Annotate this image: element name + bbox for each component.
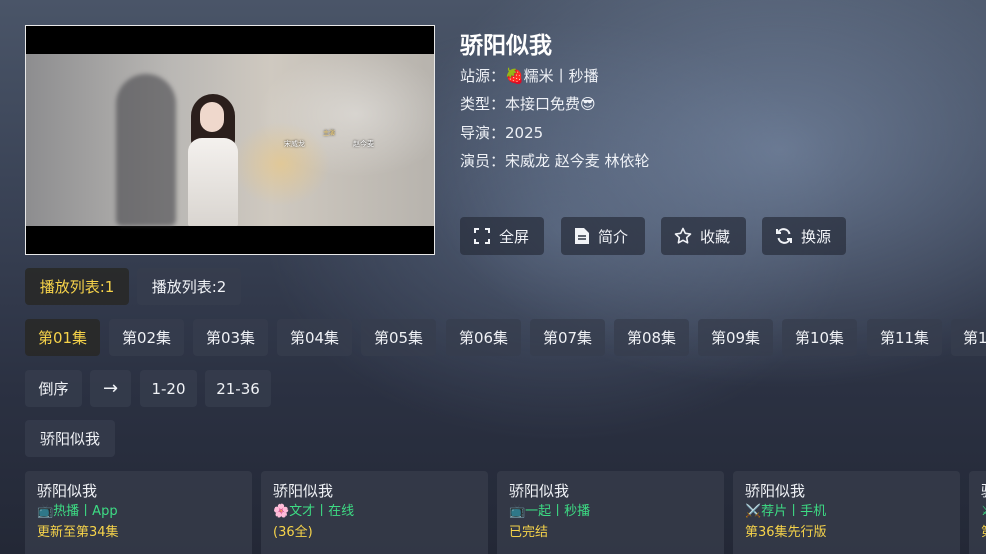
episode-item[interactable]: 第10集 [782,319,857,356]
site-source: 站源：🍓糯米丨秒播 [460,67,599,85]
playlist-tab-2[interactable]: 播放列表:2 [137,268,241,305]
fullscreen-label: 全屏 [499,227,530,246]
source-card-title: 骄阳似我 [37,482,98,500]
source-card-title: 骄 [981,481,986,501]
source-card-site: ⚔️荐片丨手机 [745,504,827,519]
source-card-note: 第 [981,523,986,543]
episode-item[interactable]: 第08集 [614,319,689,356]
page-title: 骄阳似我 [460,33,552,59]
episode-item[interactable]: 第05集 [361,319,436,356]
favorite-button[interactable]: 收藏 [661,217,746,255]
video-player[interactable]: 主演 宋威龙 赵今麦 [25,25,435,255]
episode-item[interactable]: 第12集 [951,319,986,356]
source-card-site: ⚔ [981,501,986,523]
source-card-title: 骄阳似我 [745,482,806,500]
source-card-title: 骄阳似我 [509,482,570,500]
change-source-button[interactable]: 换源 [762,217,846,255]
episode-item[interactable]: 第03集 [193,319,268,356]
video-credit: 主演 宋威龙 赵今麦 [284,128,374,150]
source-card[interactable]: 骄阳似我 📺一起丨秒播 已完结 [497,471,724,554]
reverse-order-button[interactable]: 倒序 [25,370,82,407]
source-card[interactable]: 骄阳似我 📺热播丨App 更新至第34集 [25,471,252,554]
fullscreen-icon [474,228,490,244]
source-card[interactable]: 骄阳似我 🌸文才丨在线 (36全) [261,471,488,554]
source-card[interactable]: 骄 ⚔ 第 [969,471,986,554]
document-icon [575,228,589,244]
genre-type: 类型：本接口免费😎 [460,95,596,113]
source-card-site: 🌸文才丨在线 [273,504,355,519]
fullscreen-button[interactable]: 全屏 [460,217,544,255]
episode-item[interactable]: 第01集 [25,319,100,356]
search-keyword-tag[interactable]: 骄阳似我 [25,420,115,457]
video-shadow-figure [116,74,176,226]
source-card-note: 已完结 [509,525,549,540]
star-icon [674,227,692,244]
episode-item[interactable]: 第06集 [446,319,521,356]
change-source-label: 换源 [801,227,832,246]
actors-line: 演员：宋威龙 赵今麦 林依轮 [460,152,650,170]
episode-item[interactable]: 第11集 [867,319,942,356]
source-card-note: 第36集先行版 [745,525,827,540]
episode-item[interactable]: 第09集 [698,319,773,356]
credit-role: 主演 [322,130,335,137]
source-card-site: 📺热播丨App [37,504,118,519]
episode-item[interactable]: 第02集 [109,319,184,356]
refresh-icon [776,228,792,244]
range-button-1-20[interactable]: 1-20 [140,370,197,407]
range-button-21-36[interactable]: 21-36 [205,370,271,407]
source-card-title: 骄阳似我 [273,482,334,500]
source-card-note: 更新至第34集 [37,525,119,540]
intro-button[interactable]: 简介 [561,217,645,255]
credit-name: 赵今麦 [353,140,374,148]
source-card-note: (36全) [273,525,313,540]
playlist-tab-1[interactable]: 播放列表:1 [25,268,129,305]
arrow-right-icon[interactable]: → [90,370,131,407]
video-frame: 主演 宋威龙 赵今麦 [26,54,434,226]
source-card[interactable]: 骄阳似我 ⚔️荐片丨手机 第36集先行版 [733,471,960,554]
video-actress-figure [176,94,256,226]
credit-name: 宋威龙 [284,140,305,148]
episode-item[interactable]: 第04集 [277,319,352,356]
episode-item[interactable]: 第07集 [530,319,605,356]
favorite-label: 收藏 [700,227,731,246]
director-line: 导演：2025 [460,124,544,142]
source-card-site: 📺一起丨秒播 [509,504,591,519]
intro-label: 简介 [598,227,629,246]
